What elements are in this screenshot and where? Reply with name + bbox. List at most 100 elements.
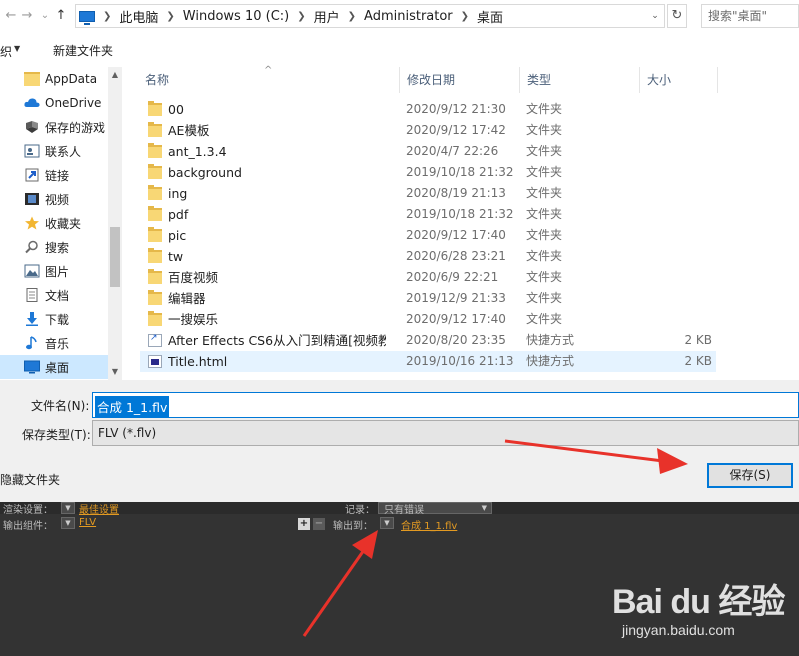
file-name: AE模板 xyxy=(168,123,210,138)
ae-render-settings-value[interactable]: 最佳设置 xyxy=(79,501,119,516)
breadcrumb-users[interactable]: 用户 xyxy=(314,7,340,26)
plus-icon[interactable]: + xyxy=(298,518,310,530)
nav-item-label: 视频 xyxy=(45,192,70,207)
nav-item-desktop[interactable]: 桌面 xyxy=(0,355,108,379)
nav-item-videos[interactable]: 视频 xyxy=(0,187,108,211)
table-row[interactable]: tw 2020/6/28 23:21 文件夹 xyxy=(140,246,716,267)
table-row[interactable]: 00 2020/9/12 21:30 文件夹 xyxy=(140,99,716,120)
breadcrumb-desktop[interactable]: 桌面 xyxy=(477,7,503,26)
chevron-down-icon[interactable]: ▼ xyxy=(61,517,75,529)
breadcrumb-drive[interactable]: Windows 10 (C:) xyxy=(183,9,289,24)
ae-render-settings-label: 渲染设置： xyxy=(3,505,53,516)
file-type: 文件夹 xyxy=(526,270,563,284)
filename-value[interactable]: 合成 1_1.flv xyxy=(95,396,170,417)
filetype-select[interactable]: FLV (*.flv) xyxy=(92,420,799,446)
file-type: 快捷方式 xyxy=(526,333,575,347)
table-row[interactable]: 一搜娱乐 2020/9/12 17:40 文件夹 xyxy=(140,309,716,330)
file-date: 2020/6/28 23:21 xyxy=(406,249,506,263)
nav-item-label: AppData xyxy=(45,72,98,86)
save-button[interactable]: 保存(S) xyxy=(707,463,793,488)
nav-item-links[interactable]: 链接 xyxy=(0,163,108,187)
link-icon xyxy=(24,168,40,182)
nav-item-label: 收藏夹 xyxy=(45,216,82,231)
chevron-right-icon[interactable]: ❯ xyxy=(348,11,356,22)
column-size[interactable]: 大小 xyxy=(640,67,718,93)
file-type: 文件夹 xyxy=(526,186,563,200)
table-row[interactable]: ing 2020/8/19 21:13 文件夹 xyxy=(140,183,716,204)
file-type: 文件夹 xyxy=(526,228,563,242)
nav-item-music[interactable]: 音乐 xyxy=(0,331,108,355)
column-type[interactable]: 类型 xyxy=(520,67,640,93)
chevron-down-icon[interactable]: ▼ xyxy=(61,502,75,514)
table-row[interactable]: pic 2020/9/12 17:40 文件夹 xyxy=(140,225,716,246)
nav-item-contacts[interactable]: 联系人 xyxy=(0,139,108,163)
search-input[interactable]: 搜索"桌面" xyxy=(701,4,799,28)
up-button[interactable]: ↑ xyxy=(52,5,70,27)
scroll-up-arrow-icon[interactable]: ▲ xyxy=(108,67,122,83)
table-row[interactable]: ant_1.3.4 2020/4/7 22:26 文件夹 xyxy=(140,141,716,162)
address-dropdown-button[interactable]: ⌄ xyxy=(646,5,664,27)
scroll-down-arrow-icon[interactable]: ▼ xyxy=(108,364,122,380)
breadcrumb-this-pc[interactable]: 此电脑 xyxy=(119,7,158,26)
folder-icon xyxy=(148,164,162,179)
file-type: 文件夹 xyxy=(526,207,563,221)
forward-button[interactable]: → xyxy=(18,5,36,27)
address-bar[interactable]: ❯ 此电脑 ❯ Windows 10 (C:) ❯ 用户 ❯ Administr… xyxy=(75,4,665,28)
ae-log-value: 只有错误 xyxy=(384,505,424,516)
game-icon xyxy=(24,120,40,134)
ae-render-settings-row: 渲染设置： ▼ 最佳设置 记录： ▼ 只有错误 xyxy=(0,501,799,516)
file-name: 编辑器 xyxy=(168,291,206,306)
file-type: 文件夹 xyxy=(526,291,563,305)
chevron-right-icon[interactable]: ❯ xyxy=(461,11,469,22)
music-icon xyxy=(24,336,40,350)
nav-item-onedrive[interactable]: OneDrive xyxy=(0,91,108,115)
table-row[interactable]: Title.html 2019/10/16 21:13 快捷方式 2 KB xyxy=(140,351,716,372)
folder-icon xyxy=(148,227,162,242)
folder-icon xyxy=(148,101,162,116)
chevron-down-icon[interactable]: ▼ xyxy=(14,44,20,53)
nav-item-documents[interactable]: 文档 xyxy=(0,283,108,307)
nav-item-appdata[interactable]: AppData xyxy=(0,67,108,91)
refresh-button[interactable]: ↻ xyxy=(667,4,687,28)
table-row[interactable]: 百度视频 2020/6/9 22:21 文件夹 xyxy=(140,267,716,288)
scrollbar-thumb[interactable] xyxy=(110,227,120,287)
nav-item-favorites[interactable]: 收藏夹 xyxy=(0,211,108,235)
minus-icon[interactable]: − xyxy=(313,518,325,530)
folder-icon xyxy=(148,290,162,305)
table-row[interactable]: background 2019/10/18 21:32 文件夹 xyxy=(140,162,716,183)
document-icon xyxy=(24,288,40,302)
chevron-down-icon[interactable]: ▼ xyxy=(380,517,394,529)
chevron-right-icon[interactable]: ❯ xyxy=(166,11,174,22)
file-type: 文件夹 xyxy=(526,312,563,326)
chevron-right-icon[interactable]: ❯ xyxy=(103,11,111,22)
nav-item-searches[interactable]: 搜索 xyxy=(0,235,108,259)
table-row[interactable]: AE模板 2020/9/12 17:42 文件夹 xyxy=(140,120,716,141)
table-row[interactable]: 编辑器 2019/12/9 21:33 文件夹 xyxy=(140,288,716,309)
table-row[interactable]: pdf 2019/10/18 21:32 文件夹 xyxy=(140,204,716,225)
ae-output-module-value[interactable]: FLV xyxy=(79,517,96,528)
nav-item-downloads[interactable]: 下载 xyxy=(0,307,108,331)
column-header: 名称 ^ 修改日期 类型 大小 xyxy=(138,65,718,93)
nav-item-label: 图片 xyxy=(45,264,70,279)
organize-button[interactable]: 织 xyxy=(0,43,12,60)
file-date: 2020/6/9 22:21 xyxy=(406,270,499,284)
nav-item-label: 音乐 xyxy=(45,336,70,351)
filetype-label: 保存类型(T): xyxy=(22,428,91,442)
file-name: Title.html xyxy=(168,354,228,369)
chevron-right-icon[interactable]: ❯ xyxy=(297,11,305,22)
ae-log-label: 记录： xyxy=(345,505,375,516)
column-date[interactable]: 修改日期 xyxy=(400,67,520,93)
nav-item-pictures[interactable]: 图片 xyxy=(0,259,108,283)
breadcrumb-administrator[interactable]: Administrator xyxy=(364,9,453,24)
filename-input[interactable]: 合成 1_1.flv xyxy=(92,392,799,418)
file-date: 2020/4/7 22:26 xyxy=(406,144,499,158)
nav-scrollbar[interactable]: ▲ ▼ xyxy=(108,67,122,380)
file-date: 2019/12/9 21:33 xyxy=(406,291,506,305)
nav-item-saved-games[interactable]: 保存的游戏 xyxy=(0,115,108,139)
table-row[interactable]: After Effects CS6从入门到精通[视频教... 2020/8/20 … xyxy=(140,330,716,351)
ae-output-to-value[interactable]: 合成 1_1.flv xyxy=(401,517,457,532)
file-name: background xyxy=(168,165,242,180)
new-folder-button[interactable]: 新建文件夹 xyxy=(53,42,113,59)
folder-icon xyxy=(148,311,162,326)
hide-folders-toggle[interactable]: 隐藏文件夹 xyxy=(0,471,60,488)
